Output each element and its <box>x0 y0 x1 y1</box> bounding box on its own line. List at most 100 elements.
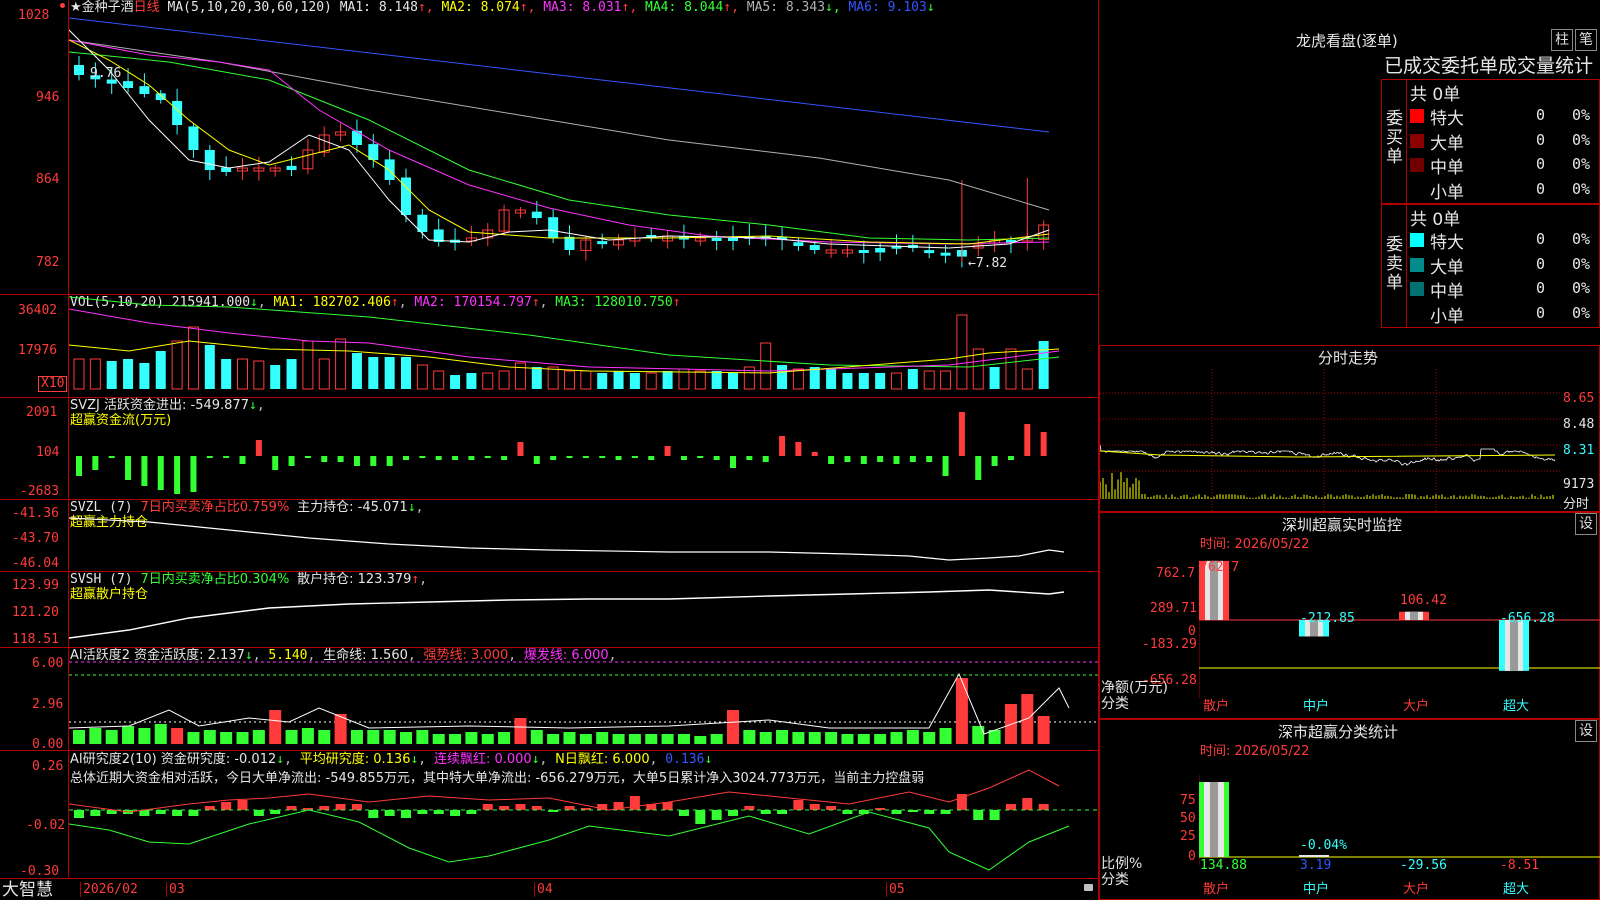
classify-settings-button[interactable]: 设 <box>1575 720 1597 742</box>
ai1-bar-red <box>1037 716 1050 744</box>
vol-bar-up <box>1021 368 1033 390</box>
ai2-bar-green <box>253 810 264 816</box>
ai2-bar-green <box>989 810 1000 820</box>
svzj-bar-in <box>779 436 786 456</box>
classify-axis-2: 50 <box>1180 811 1196 826</box>
svzj-bar-out <box>566 456 573 458</box>
ai2-bar-red <box>515 804 526 810</box>
svsh-line <box>69 589 1065 639</box>
svzj-bar-out <box>730 456 736 468</box>
vol-bar-down <box>629 373 640 389</box>
price-chart[interactable] <box>69 0 1099 294</box>
svzj-bar-out <box>239 456 246 464</box>
ai2-chart[interactable] <box>69 752 1099 878</box>
monitor-settings-button[interactable]: 设 <box>1575 513 1597 535</box>
ai1-bar-red <box>269 710 282 744</box>
legend-swatch <box>1410 306 1424 321</box>
ai1-bar-green <box>89 728 102 744</box>
svzj-bar-out <box>942 456 949 476</box>
ai1-bar-green <box>939 728 952 744</box>
svzj-bar-out <box>615 456 622 460</box>
order-percent: 0% <box>1572 303 1591 322</box>
svzj-axis-2: 104 <box>36 445 60 460</box>
order-size-label: 特大 <box>1430 233 1464 253</box>
monitor-title: 深圳超赢实时监控 <box>1282 516 1403 534</box>
svzj-bar-in <box>958 412 965 456</box>
svzj-bar-out <box>680 456 687 460</box>
order-percent: 0% <box>1572 279 1591 297</box>
buy-row-4: 小单 0 0% <box>1408 178 1600 203</box>
svzj-chart[interactable] <box>69 398 1099 499</box>
fenshi-axis-2: 8.48 <box>1563 417 1595 432</box>
candle-down <box>728 238 738 241</box>
lock-icon[interactable] <box>1084 884 1093 891</box>
vol-bar-up <box>171 340 183 390</box>
vol-bar-up <box>792 368 804 390</box>
vol-chart[interactable] <box>69 295 1099 397</box>
svzl-axis-2: -43.70 <box>12 531 59 546</box>
order-count: 0 <box>1536 303 1546 322</box>
vol-bar-up <box>547 366 559 390</box>
svzj-bar-out <box>631 456 638 458</box>
bar-mode-button[interactable]: 柱 <box>1551 29 1573 51</box>
ai1-bar-green <box>367 730 380 744</box>
tick-mode-button[interactable]: 笔 <box>1575 29 1597 51</box>
order-percent: 0% <box>1572 179 1591 198</box>
ai1-bar-green <box>890 732 903 744</box>
ai1-bar-red <box>171 728 184 744</box>
vol-bar-up <box>482 372 494 390</box>
candle-down <box>793 242 804 246</box>
brand-logo[interactable]: 大智慧 <box>2 881 53 900</box>
vol-bar-down <box>826 369 837 389</box>
svzj-axis-3: -2683 <box>20 484 60 499</box>
order-percent: 0% <box>1572 130 1591 149</box>
ai1-bar-green <box>400 732 412 744</box>
vol-bar-up <box>564 370 575 390</box>
svzj-bar-out <box>599 456 606 458</box>
panel-sep-7 <box>0 878 1099 879</box>
vol-bar-down <box>662 371 673 389</box>
svsh-chart[interactable] <box>69 572 1099 647</box>
svzj-bar-out <box>762 456 769 462</box>
monitor-chart[interactable] <box>1199 560 1600 698</box>
vol-bar-up <box>433 370 445 390</box>
buy-row-3: 中单 0 0% <box>1408 153 1600 178</box>
date-04: 04 <box>534 882 553 897</box>
classify-value-2: 3.19 <box>1300 858 1332 873</box>
vol-bar-up <box>645 372 657 390</box>
vol-bar-down <box>139 363 150 389</box>
ai1-chart[interactable] <box>69 648 1099 750</box>
ai2-bar-green <box>172 810 183 816</box>
order-count: 0 <box>1536 155 1546 173</box>
fenshi-chart[interactable] <box>1100 369 1560 511</box>
fenshi-vol: 9173 <box>1563 477 1595 492</box>
ai1-bar-green <box>318 730 331 744</box>
longhu-tab[interactable]: 已成交委托单成交量统计 <box>1384 54 1593 78</box>
candle-down <box>711 237 722 241</box>
svzj-bar-out <box>713 456 720 460</box>
ai2-bar-red <box>335 804 346 810</box>
candle-down <box>875 248 886 253</box>
svsh-axis-1: 123.99 <box>12 578 59 593</box>
classify-chart[interactable] <box>1199 775 1600 865</box>
order-percent: 0% <box>1572 254 1591 273</box>
vol-bar-down <box>597 373 608 389</box>
ma5-line <box>69 39 1050 211</box>
candle-down <box>531 211 542 218</box>
svzl-line <box>69 517 1065 561</box>
sell-label: 委卖单 <box>1386 235 1403 293</box>
ai2-bar-red <box>499 806 510 810</box>
monitor-axis-2: 289.71 <box>1150 601 1197 616</box>
vol-bar-down <box>123 359 134 389</box>
sell-row-4: 小单 0 0% <box>1408 302 1600 327</box>
ai1-bar-red <box>727 710 739 744</box>
candle-down <box>940 252 951 256</box>
order-size-label: 中单 <box>1430 158 1464 178</box>
vol-bar-down <box>613 371 624 389</box>
ai2-bar-green <box>270 810 281 814</box>
legend-swatch <box>1410 282 1424 296</box>
ai1-bar-green <box>694 736 707 744</box>
vol-bar-down <box>989 367 1000 389</box>
ai1-bar-green <box>776 730 789 744</box>
svzl-chart[interactable] <box>69 500 1099 571</box>
